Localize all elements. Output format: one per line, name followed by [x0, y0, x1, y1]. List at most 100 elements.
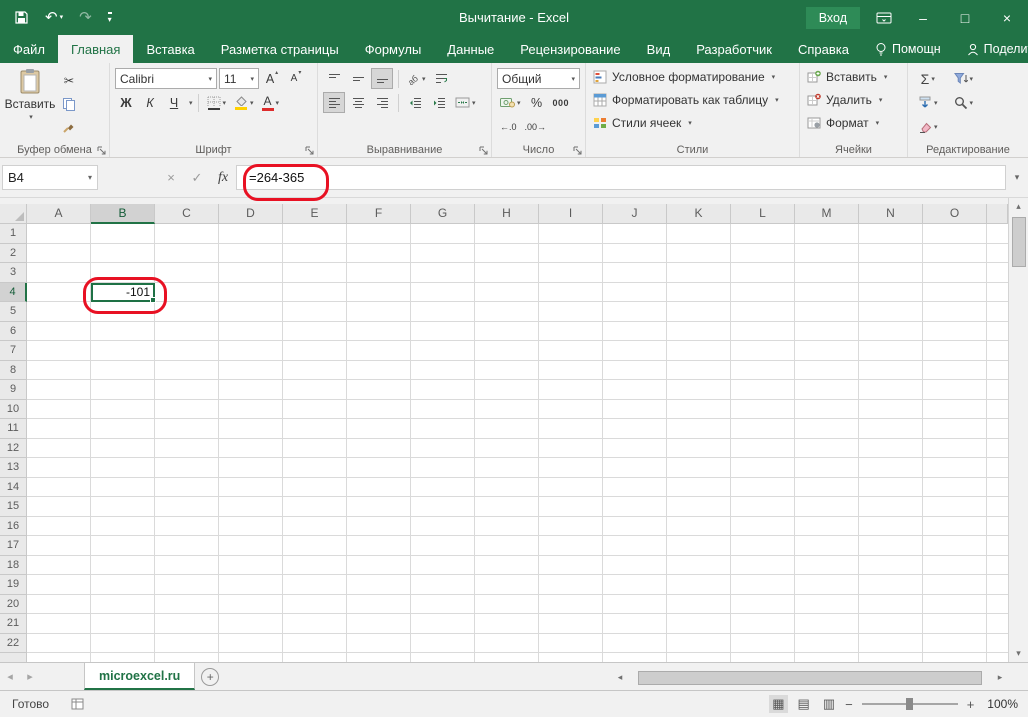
cell-G1[interactable] — [411, 224, 475, 244]
cell-I10[interactable] — [539, 399, 603, 419]
cell-G16[interactable] — [411, 516, 475, 536]
cell-O3[interactable] — [923, 263, 987, 283]
cell-L17[interactable] — [731, 536, 795, 556]
cell-B12[interactable] — [91, 438, 155, 458]
cell-M4[interactable] — [795, 282, 859, 302]
column-header-L[interactable]: L — [731, 204, 795, 224]
increase-font-size-button[interactable]: А ▴ — [261, 68, 283, 89]
cell-K15[interactable] — [667, 497, 731, 517]
horizontal-scroll-track[interactable] — [628, 670, 992, 685]
cell-H20[interactable] — [475, 594, 539, 614]
cell-N3[interactable] — [859, 263, 923, 283]
cell-G20[interactable] — [411, 594, 475, 614]
cell-F5[interactable] — [347, 302, 411, 322]
cell-M21[interactable] — [795, 614, 859, 634]
cell-O9[interactable] — [923, 380, 987, 400]
cell-H4[interactable] — [475, 282, 539, 302]
cell-L10[interactable] — [731, 399, 795, 419]
cell-L12[interactable] — [731, 438, 795, 458]
cell-B20[interactable] — [91, 594, 155, 614]
cell-A11[interactable] — [27, 419, 91, 439]
row-header-3[interactable]: 3 — [0, 263, 27, 283]
tab-help[interactable]: Справка — [785, 35, 862, 63]
cell-H6[interactable] — [475, 321, 539, 341]
cell-K7[interactable] — [667, 341, 731, 361]
tab-view[interactable]: Вид — [634, 35, 684, 63]
cell-D7[interactable] — [219, 341, 283, 361]
cell-F7[interactable] — [347, 341, 411, 361]
cell-H7[interactable] — [475, 341, 539, 361]
cell-B22[interactable] — [91, 633, 155, 653]
cell-O4[interactable] — [923, 282, 987, 302]
cell-O1[interactable] — [923, 224, 987, 244]
cell-L11[interactable] — [731, 419, 795, 439]
alignment-dialog-launcher[interactable] — [479, 146, 488, 155]
cell-I22[interactable] — [539, 633, 603, 653]
cell-J14[interactable] — [603, 477, 667, 497]
orientation-button[interactable]: аб ▾ — [404, 68, 429, 89]
cell-A8[interactable] — [27, 360, 91, 380]
cell-M12[interactable] — [795, 438, 859, 458]
italic-button[interactable]: К — [139, 92, 161, 113]
cell-J13[interactable] — [603, 458, 667, 478]
cell-D19[interactable] — [219, 575, 283, 595]
cell-A9[interactable] — [27, 380, 91, 400]
cell-G11[interactable] — [411, 419, 475, 439]
cell-L5[interactable] — [731, 302, 795, 322]
cell-D12[interactable] — [219, 438, 283, 458]
cell-D4[interactable] — [219, 282, 283, 302]
cell-N17[interactable] — [859, 536, 923, 556]
cell-E9[interactable] — [283, 380, 347, 400]
column-header-A[interactable]: A — [27, 204, 91, 224]
cell-C15[interactable] — [155, 497, 219, 517]
tab-insert[interactable]: Вставка — [133, 35, 207, 63]
cell-B18[interactable] — [91, 555, 155, 575]
cell-O15[interactable] — [923, 497, 987, 517]
new-sheet-button[interactable]: + — [195, 663, 225, 690]
cell-I21[interactable] — [539, 614, 603, 634]
cell-F9[interactable] — [347, 380, 411, 400]
column-header-C[interactable]: C — [155, 204, 219, 224]
cell-J9[interactable] — [603, 380, 667, 400]
cell-B4[interactable]: -101 — [91, 282, 156, 303]
save-button[interactable] — [14, 10, 29, 25]
align-right-button[interactable] — [371, 92, 393, 113]
cell-K17[interactable] — [667, 536, 731, 556]
cell-F17[interactable] — [347, 536, 411, 556]
ribbon-display-options-button[interactable] — [876, 11, 892, 25]
cell-N5[interactable] — [859, 302, 923, 322]
cell-H21[interactable] — [475, 614, 539, 634]
cell-B9[interactable] — [91, 380, 155, 400]
align-center-button[interactable] — [347, 92, 369, 113]
cell-M6[interactable] — [795, 321, 859, 341]
maximize-button[interactable]: □ — [944, 0, 986, 35]
cell-G19[interactable] — [411, 575, 475, 595]
cell-B8[interactable] — [91, 360, 155, 380]
cell-D2[interactable] — [219, 243, 283, 263]
cell-M1[interactable] — [795, 224, 859, 244]
cell-N15[interactable] — [859, 497, 923, 517]
row-header-11[interactable]: 11 — [0, 419, 27, 439]
cell-C3[interactable] — [155, 263, 219, 283]
cell-E7[interactable] — [283, 341, 347, 361]
clipboard-dialog-launcher[interactable] — [97, 146, 106, 155]
cell-D11[interactable] — [219, 419, 283, 439]
cell-G12[interactable] — [411, 438, 475, 458]
cell-L1[interactable] — [731, 224, 795, 244]
cell-F3[interactable] — [347, 263, 411, 283]
cell-G14[interactable] — [411, 477, 475, 497]
cell-E11[interactable] — [283, 419, 347, 439]
row-header-14[interactable]: 14 — [0, 477, 27, 497]
cell-K13[interactable] — [667, 458, 731, 478]
row-header-8[interactable]: 8 — [0, 360, 27, 380]
cell-D14[interactable] — [219, 477, 283, 497]
cell-I17[interactable] — [539, 536, 603, 556]
cell-L2[interactable] — [731, 243, 795, 263]
cell-O17[interactable] — [923, 536, 987, 556]
cell-E6[interactable] — [283, 321, 347, 341]
cell-C14[interactable] — [155, 477, 219, 497]
cell-F19[interactable] — [347, 575, 411, 595]
align-middle-button[interactable] — [347, 68, 369, 89]
cell-N21[interactable] — [859, 614, 923, 634]
sheet-nav-left-icon[interactable]: ◂ — [0, 663, 20, 690]
